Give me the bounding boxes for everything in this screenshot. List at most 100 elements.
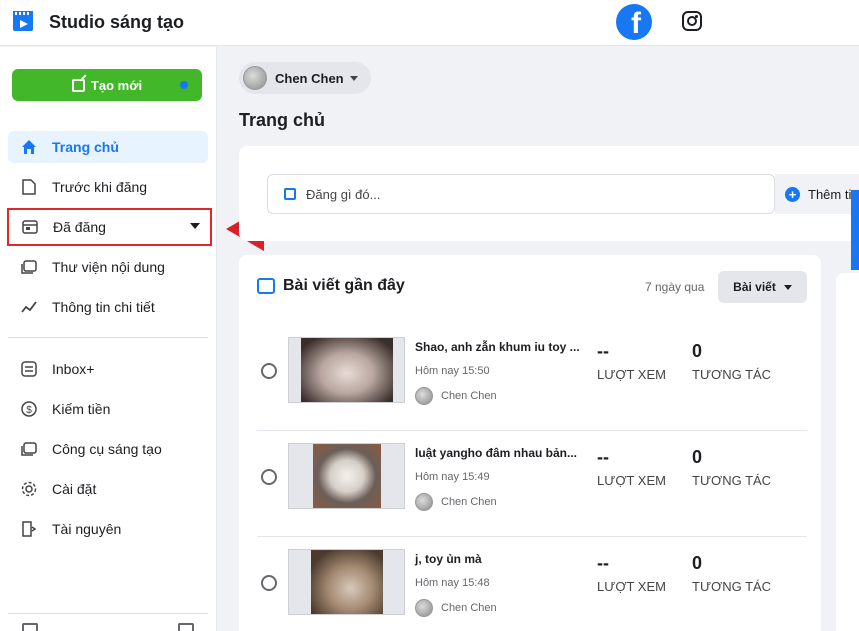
recent-posts-title: Bài viết gần đây xyxy=(283,277,405,294)
post-thumbnail[interactable] xyxy=(288,549,405,615)
sidebar-item-label: Thông tin chi tiết xyxy=(52,299,155,315)
table-row[interactable]: j, toy ủn mà Hôm nay 15:48 Chen Chen -- … xyxy=(257,537,807,631)
sidebar-item-label: Cài đặt xyxy=(52,481,97,497)
resources-icon xyxy=(20,520,38,538)
chevron-down-icon xyxy=(349,75,358,81)
views-label: LƯỢT XEM xyxy=(597,473,666,488)
post-title[interactable]: Shao, anh zẫn khum iu toy ... xyxy=(415,340,585,354)
sidebar-bottom-divider xyxy=(8,613,208,614)
sidebar-item-content-library[interactable]: Thư viện nội dung xyxy=(8,251,208,283)
sidebar-item-label: Kiếm tiền xyxy=(52,401,111,417)
layout-icon[interactable] xyxy=(22,623,38,631)
edit-icon xyxy=(284,188,296,200)
cat-image xyxy=(301,338,393,402)
engagement-value: 0 xyxy=(692,341,703,361)
author-name: Chen Chen xyxy=(441,602,497,614)
post-author: Chen Chen xyxy=(415,493,497,511)
sidebar-item-monetization[interactable]: $ Kiếm tiền xyxy=(8,393,208,425)
globe-icon xyxy=(261,575,277,591)
sidebar-item-insights[interactable]: Thông tin chi tiết xyxy=(8,291,208,323)
insights-icon xyxy=(20,298,38,316)
engagement-label: TƯƠNG TÁC xyxy=(692,473,772,488)
views-stat: -- LƯỢT XEM xyxy=(597,553,666,594)
sidebar-item-label: Tài nguyên xyxy=(52,521,122,537)
sidebar-divider xyxy=(8,337,208,338)
views-value: -- xyxy=(597,341,609,361)
engagement-value: 0 xyxy=(692,553,703,573)
add-label: Thêm ti xyxy=(808,186,852,202)
engagement-stat: 0 TƯƠNG TÁC xyxy=(692,553,771,594)
tools-icon xyxy=(20,440,38,458)
engagement-stat: 0 TƯƠNG TÁC xyxy=(692,341,771,382)
dollar-icon: $ xyxy=(20,400,38,418)
sidebar-item-settings[interactable]: Cài đặt xyxy=(8,473,208,505)
sidebar: Tạo mới Trang chủ Trước khi đăng Đã đăng… xyxy=(0,47,217,631)
sidebar-item-label: Thư viện nội dung xyxy=(52,259,165,275)
settings-icon xyxy=(20,480,38,498)
page-name: Chen Chen xyxy=(275,70,344,86)
home-icon xyxy=(20,138,38,156)
table-row[interactable]: Shao, anh zẫn khum iu toy ... Hôm nay 15… xyxy=(257,325,807,431)
sidebar-item-home[interactable]: Trang chủ xyxy=(8,131,208,163)
chevron-down-icon xyxy=(190,223,200,229)
right-panel-card xyxy=(836,273,859,631)
date-range: 7 ngày qua xyxy=(645,280,705,294)
views-value: -- xyxy=(597,447,609,467)
create-new-label: Tạo mới xyxy=(90,77,143,93)
post-time: Hôm nay 15:49 xyxy=(415,471,490,483)
post-thumbnail[interactable] xyxy=(288,443,405,509)
chevron-down-icon xyxy=(783,284,792,290)
sidebar-item-inbox[interactable]: Inbox+ xyxy=(8,353,208,385)
document-icon xyxy=(20,178,38,196)
add-button[interactable]: + Thêm ti xyxy=(775,174,859,214)
page-title: Trang chủ xyxy=(239,110,326,130)
facebook-icon[interactable]: f xyxy=(616,4,652,40)
recent-posts-card: Bài viết gần đây 7 ngày qua Bài viết Sha… xyxy=(239,255,821,631)
sidebar-item-resources[interactable]: Tài nguyên xyxy=(8,513,208,545)
sidebar-item-label: Công cụ sáng tạo xyxy=(52,441,162,457)
views-label: LƯỢT XEM xyxy=(597,367,666,382)
instagram-icon[interactable] xyxy=(682,11,702,31)
post-author: Chen Chen xyxy=(415,387,497,405)
posts-icon xyxy=(21,218,39,236)
sidebar-item-published[interactable]: Đã đăng xyxy=(7,208,212,246)
table-row[interactable]: luật yangho đâm nhau bản... Hôm nay 15:4… xyxy=(257,431,807,537)
post-thumbnail[interactable] xyxy=(288,337,405,403)
studio-logo-icon xyxy=(13,11,33,31)
engagement-label: TƯƠNG TÁC xyxy=(692,367,772,382)
post-author: Chen Chen xyxy=(415,599,497,617)
compose-card: Đăng gì đó... + Thêm ti xyxy=(239,146,859,241)
engagement-value: 0 xyxy=(692,447,703,467)
views-label: LƯỢT XEM xyxy=(597,579,666,594)
post-title[interactable]: luật yangho đâm nhau bản... xyxy=(415,446,585,460)
author-name: Chen Chen xyxy=(441,496,497,508)
side-tab[interactable] xyxy=(851,190,859,270)
avatar xyxy=(415,493,433,511)
views-value: -- xyxy=(597,553,609,573)
sidebar-item-creative-tools[interactable]: Công cụ sáng tạo xyxy=(8,433,208,465)
post-time: Hôm nay 15:50 xyxy=(415,365,490,377)
compose-input[interactable]: Đăng gì đó... xyxy=(267,174,775,214)
compose-placeholder: Đăng gì đó... xyxy=(306,186,381,202)
avatar xyxy=(243,66,267,90)
plus-icon: + xyxy=(785,186,800,202)
panel-icon[interactable] xyxy=(178,623,194,631)
engagement-label: TƯƠNG TÁC xyxy=(692,579,772,594)
globe-icon xyxy=(261,363,277,379)
library-icon xyxy=(20,258,38,276)
filter-label: Bài viết xyxy=(733,280,776,294)
svg-text:$: $ xyxy=(26,405,32,416)
notification-dot xyxy=(180,81,188,89)
posts-icon xyxy=(257,278,275,294)
post-type-filter[interactable]: Bài viết xyxy=(718,271,807,303)
sidebar-item-label: Trang chủ xyxy=(52,139,119,155)
sidebar-item-label: Đã đăng xyxy=(53,219,106,235)
sidebar-item-before-publish[interactable]: Trước khi đăng xyxy=(8,171,208,203)
page-switcher[interactable]: Chen Chen xyxy=(239,62,371,94)
create-new-button[interactable]: Tạo mới xyxy=(12,69,202,101)
app-title: Studio sáng tạo xyxy=(49,12,184,32)
edit-icon xyxy=(71,78,85,92)
author-name: Chen Chen xyxy=(441,390,497,402)
post-title[interactable]: j, toy ủn mà xyxy=(415,552,585,566)
avatar xyxy=(415,599,433,617)
